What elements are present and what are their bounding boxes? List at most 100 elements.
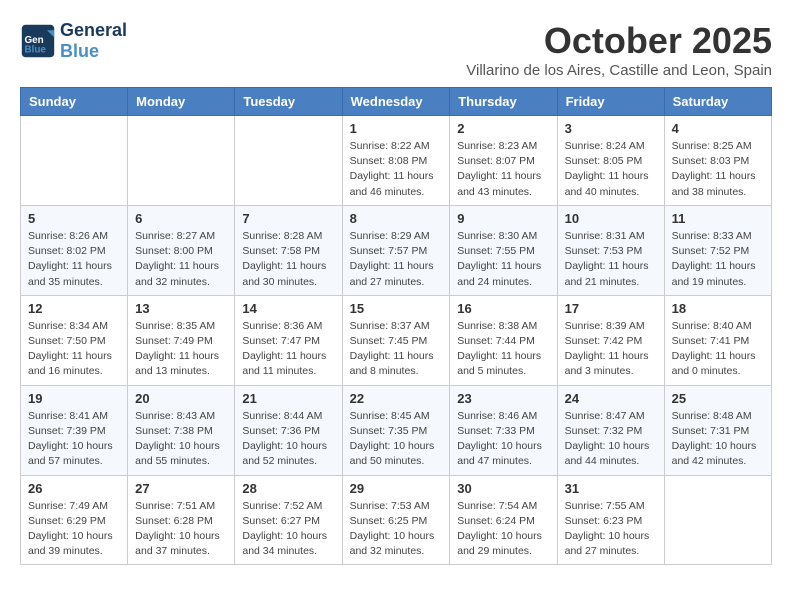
- day-of-week-header: Saturday: [664, 88, 771, 116]
- day-number: 9: [457, 211, 549, 226]
- day-info: Sunrise: 8:37 AM Sunset: 7:45 PM Dayligh…: [350, 319, 443, 380]
- day-of-week-header: Wednesday: [342, 88, 450, 116]
- day-info: Sunrise: 8:40 AM Sunset: 7:41 PM Dayligh…: [672, 319, 764, 380]
- day-number: 11: [672, 211, 764, 226]
- day-info: Sunrise: 7:51 AM Sunset: 6:28 PM Dayligh…: [135, 499, 227, 560]
- day-number: 20: [135, 391, 227, 406]
- day-number: 7: [242, 211, 334, 226]
- day-info: Sunrise: 8:27 AM Sunset: 8:00 PM Dayligh…: [135, 229, 227, 290]
- day-number: 28: [242, 481, 334, 496]
- calendar-day-cell: 30 Sunrise: 7:54 AM Sunset: 6:24 PM Dayli…: [450, 475, 557, 565]
- calendar-week-row: 12Sunrise: 8:34 AM Sunset: 7:50 PM Dayli…: [21, 295, 772, 385]
- day-number: 3: [565, 121, 657, 136]
- day-info: Sunrise: 7:54 AM Sunset: 6:24 PM Dayligh…: [457, 499, 549, 560]
- calendar-day-cell: 9 Sunrise: 8:30 AM Sunset: 7:55 PM Daylig…: [450, 205, 557, 295]
- calendar-day-cell: 23 Sunrise: 8:46 AM Sunset: 7:33 PM Dayli…: [450, 385, 557, 475]
- calendar-day-cell: 8 Sunrise: 8:29 AM Sunset: 7:57 PM Daylig…: [342, 205, 450, 295]
- day-number: 2: [457, 121, 549, 136]
- logo-blue-text: Blue: [60, 41, 99, 61]
- calendar-day-cell: [664, 475, 771, 565]
- calendar-day-cell: 15 Sunrise: 8:37 AM Sunset: 7:45 PM Dayli…: [342, 295, 450, 385]
- day-number: 15: [350, 301, 443, 316]
- day-info: Sunrise: 8:28 AM Sunset: 7:58 PM Dayligh…: [242, 229, 334, 290]
- day-number: 21: [242, 391, 334, 406]
- day-number: 19: [28, 391, 120, 406]
- day-number: 29: [350, 481, 443, 496]
- day-info: Sunrise: 8:46 AM Sunset: 7:33 PM Dayligh…: [457, 409, 549, 470]
- calendar-day-cell: [235, 116, 342, 206]
- calendar-week-row: 19 Sunrise: 8:41 AM Sunset: 7:39 PM Dayli…: [21, 385, 772, 475]
- day-info: Sunrise: 7:52 AM Sunset: 6:27 PM Dayligh…: [242, 499, 334, 560]
- calendar-day-cell: 16 Sunrise: 8:38 AM Sunset: 7:44 PM Dayli…: [450, 295, 557, 385]
- page-header: Gen Blue General Blue October 2025 Villa…: [20, 20, 772, 79]
- calendar-day-cell: 5 Sunrise: 8:26 AM Sunset: 8:02 PM Daylig…: [21, 205, 128, 295]
- day-number: 4: [672, 121, 764, 136]
- calendar-day-cell: 31Sunrise: 7:55 AM Sunset: 6:23 PM Dayli…: [557, 475, 664, 565]
- svg-text:Blue: Blue: [25, 45, 47, 56]
- day-info: Sunrise: 7:53 AM Sunset: 6:25 PM Dayligh…: [350, 499, 443, 560]
- day-info: Sunrise: 8:43 AM Sunset: 7:38 PM Dayligh…: [135, 409, 227, 470]
- day-info: Sunrise: 8:23 AM Sunset: 8:07 PM Dayligh…: [457, 139, 549, 200]
- day-number: 12: [28, 301, 120, 316]
- day-info: Sunrise: 8:38 AM Sunset: 7:44 PM Dayligh…: [457, 319, 549, 380]
- day-of-week-header: Tuesday: [235, 88, 342, 116]
- calendar-day-cell: 14 Sunrise: 8:36 AM Sunset: 7:47 PM Dayli…: [235, 295, 342, 385]
- day-info: Sunrise: 8:35 AM Sunset: 7:49 PM Dayligh…: [135, 319, 227, 380]
- calendar-day-cell: 20 Sunrise: 8:43 AM Sunset: 7:38 PM Dayli…: [128, 385, 235, 475]
- calendar-day-cell: 11Sunrise: 8:33 AM Sunset: 7:52 PM Dayli…: [664, 205, 771, 295]
- day-of-week-header: Friday: [557, 88, 664, 116]
- day-number: 24: [565, 391, 657, 406]
- calendar-day-cell: 29 Sunrise: 7:53 AM Sunset: 6:25 PM Dayli…: [342, 475, 450, 565]
- day-number: 23: [457, 391, 549, 406]
- day-of-week-header: Thursday: [450, 88, 557, 116]
- calendar-week-row: 1 Sunrise: 8:22 AM Sunset: 8:08 PM Daylig…: [21, 116, 772, 206]
- logo-general-text: General: [60, 20, 127, 40]
- day-info: Sunrise: 8:44 AM Sunset: 7:36 PM Dayligh…: [242, 409, 334, 470]
- day-number: 13: [135, 301, 227, 316]
- day-info: Sunrise: 7:49 AM Sunset: 6:29 PM Dayligh…: [28, 499, 120, 560]
- day-info: Sunrise: 8:31 AM Sunset: 7:53 PM Dayligh…: [565, 229, 657, 290]
- day-info: Sunrise: 8:26 AM Sunset: 8:02 PM Dayligh…: [28, 229, 120, 290]
- day-number: 5: [28, 211, 120, 226]
- day-number: 14: [242, 301, 334, 316]
- location-subtitle: Villarino de los Aires, Castille and Leo…: [466, 62, 772, 79]
- calendar-day-cell: 13 Sunrise: 8:35 AM Sunset: 7:49 PM Dayli…: [128, 295, 235, 385]
- calendar-header-row: SundayMondayTuesdayWednesdayThursdayFrid…: [21, 88, 772, 116]
- calendar-day-cell: 2 Sunrise: 8:23 AM Sunset: 8:07 PM Daylig…: [450, 116, 557, 206]
- calendar-day-cell: 22Sunrise: 8:45 AM Sunset: 7:35 PM Dayli…: [342, 385, 450, 475]
- day-info: Sunrise: 8:41 AM Sunset: 7:39 PM Dayligh…: [28, 409, 120, 470]
- day-info: Sunrise: 8:30 AM Sunset: 7:55 PM Dayligh…: [457, 229, 549, 290]
- day-number: 1: [350, 121, 443, 136]
- day-number: 22: [350, 391, 443, 406]
- calendar-day-cell: 10 Sunrise: 8:31 AM Sunset: 7:53 PM Dayli…: [557, 205, 664, 295]
- day-info: Sunrise: 8:48 AM Sunset: 7:31 PM Dayligh…: [672, 409, 764, 470]
- day-info: Sunrise: 8:39 AM Sunset: 7:42 PM Dayligh…: [565, 319, 657, 380]
- calendar-day-cell: 24 Sunrise: 8:47 AM Sunset: 7:32 PM Dayli…: [557, 385, 664, 475]
- day-info: Sunrise: 7:55 AM Sunset: 6:23 PM Dayligh…: [565, 499, 657, 560]
- calendar-day-cell: 26 Sunrise: 7:49 AM Sunset: 6:29 PM Dayli…: [21, 475, 128, 565]
- calendar-day-cell: 17Sunrise: 8:39 AM Sunset: 7:42 PM Dayli…: [557, 295, 664, 385]
- day-info: Sunrise: 8:29 AM Sunset: 7:57 PM Dayligh…: [350, 229, 443, 290]
- day-number: 6: [135, 211, 227, 226]
- day-info: Sunrise: 8:22 AM Sunset: 8:08 PM Dayligh…: [350, 139, 443, 200]
- calendar-day-cell: [128, 116, 235, 206]
- day-info: Sunrise: 8:25 AM Sunset: 8:03 PM Dayligh…: [672, 139, 764, 200]
- day-number: 10: [565, 211, 657, 226]
- calendar-day-cell: 6 Sunrise: 8:27 AM Sunset: 8:00 PM Daylig…: [128, 205, 235, 295]
- day-number: 16: [457, 301, 549, 316]
- calendar-day-cell: 21 Sunrise: 8:44 AM Sunset: 7:36 PM Dayli…: [235, 385, 342, 475]
- calendar-table: SundayMondayTuesdayWednesdayThursdayFrid…: [20, 87, 772, 565]
- calendar-day-cell: 12Sunrise: 8:34 AM Sunset: 7:50 PM Dayli…: [21, 295, 128, 385]
- calendar-day-cell: 28 Sunrise: 7:52 AM Sunset: 6:27 PM Dayli…: [235, 475, 342, 565]
- day-number: 26: [28, 481, 120, 496]
- day-number: 8: [350, 211, 443, 226]
- day-of-week-header: Monday: [128, 88, 235, 116]
- day-info: Sunrise: 8:47 AM Sunset: 7:32 PM Dayligh…: [565, 409, 657, 470]
- day-number: 30: [457, 481, 549, 496]
- calendar-day-cell: 18Sunrise: 8:40 AM Sunset: 7:41 PM Dayli…: [664, 295, 771, 385]
- calendar-day-cell: 3Sunrise: 8:24 AM Sunset: 8:05 PM Daylig…: [557, 116, 664, 206]
- day-of-week-header: Sunday: [21, 88, 128, 116]
- logo: Gen Blue General Blue: [20, 20, 127, 62]
- day-info: Sunrise: 8:36 AM Sunset: 7:47 PM Dayligh…: [242, 319, 334, 380]
- month-title: October 2025: [466, 20, 772, 62]
